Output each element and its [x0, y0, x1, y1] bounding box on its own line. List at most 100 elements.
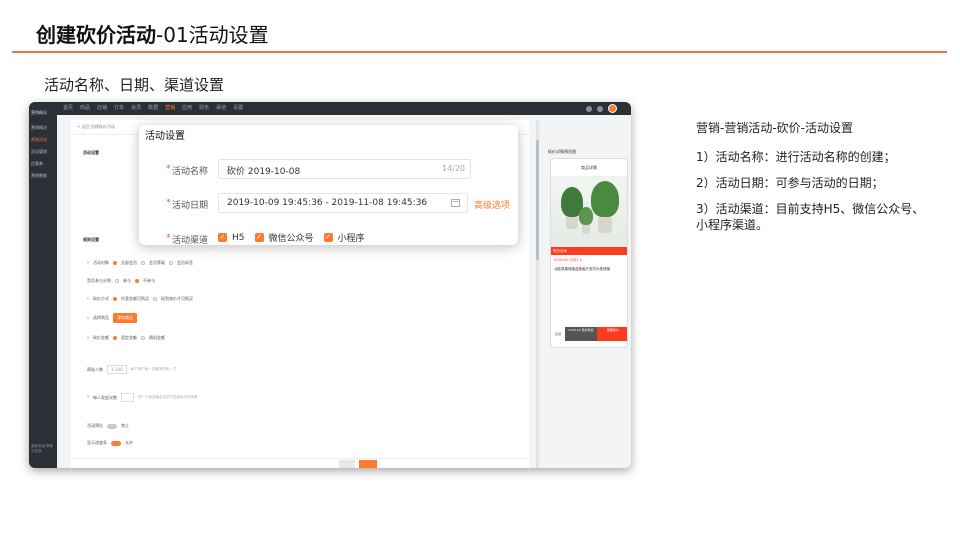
topnav-item[interactable]: 渠道 [216, 104, 226, 111]
notice-state: 禁止 [121, 423, 129, 428]
opt-member-tag: 会员标签 [177, 260, 193, 265]
popup-title: 活动设置 [145, 131, 185, 142]
topnav-item[interactable]: 会员 [131, 104, 141, 111]
notes-panel: 营销-营销活动-砍价-活动设置 1）活动名称：进行活动名称的创建； 2）活动日期… [696, 120, 926, 243]
rule-section-label: 规则设置 [83, 237, 99, 242]
topnav-item[interactable]: 订单 [114, 104, 124, 111]
sidebar-item[interactable]: 优惠券 [29, 158, 57, 170]
bargain-banner: 砍价活动 [551, 247, 627, 255]
channel-wechat[interactable]: ✓ 微信公众号 [254, 231, 314, 244]
radio-fixed[interactable] [113, 336, 117, 340]
row-times-label: 每人发起次数 [93, 394, 117, 400]
check-icon[interactable]: ✓ [254, 233, 264, 242]
save-button[interactable] [359, 460, 377, 468]
slide-title: 创建砍价活动-01活动设置 [36, 19, 269, 48]
row-notice: 活动预告 禁止 [87, 423, 129, 429]
opt-join: 参与 [123, 278, 131, 283]
basic-section-label: 活动设置 [83, 150, 99, 155]
row-show-progress: 显示进度条 允许 [87, 440, 133, 446]
channel-miniprogram-label: 小程序 [337, 234, 365, 244]
notice-toggle[interactable] [107, 423, 117, 429]
sidebar-item[interactable]: 活动管理 [29, 146, 57, 158]
row-helpers: 帮砍人数 3-100 每个用户每一次最多可砍一刀 [87, 365, 176, 374]
radio-member-level[interactable] [141, 261, 145, 265]
char-counter: 14/20 [441, 164, 465, 173]
bell-icon[interactable] [586, 105, 592, 112]
topnav-item[interactable]: 店铺 [97, 104, 107, 111]
opt-floor-price: 砍到底价才可购买 [161, 296, 193, 301]
activity-date-label: 活动日期 [172, 201, 209, 211]
sidebar-item[interactable]: 营销数据 [29, 170, 57, 182]
row-notice-label: 活动预告 [87, 423, 103, 428]
row-show-label: 显示进度条 [87, 440, 107, 445]
row-target: * 活动对象 全部会员 会员等级 会员标签 [87, 260, 193, 266]
row-goods-label: 选择商品 [93, 315, 109, 320]
preview-label: 砍价详情预览图 [548, 149, 576, 154]
radio-member-tag[interactable] [169, 261, 173, 265]
calendar-icon[interactable] [451, 199, 460, 207]
pot-image [582, 225, 590, 234]
buy-original-button[interactable]: ¥100.00 原价购买 [565, 327, 597, 341]
topnav-item[interactable]: 应用 [182, 104, 192, 111]
radio-no-join[interactable] [135, 279, 139, 283]
sidebar-item[interactable]: 营销概况 [29, 122, 57, 134]
channel-wechat-label: 微信公众号 [268, 234, 314, 244]
required-mark: * [166, 198, 171, 208]
product-desc: 北欧风格绿植盆栽客厅室内大型绿植 [554, 267, 610, 271]
help-icon[interactable] [597, 105, 603, 112]
note-item: 3）活动渠道：目前支持H5、微信公众号、小程序渠道。 [696, 202, 925, 232]
channel-miniprogram[interactable]: ✓ 小程序 [323, 231, 365, 244]
slide-title-bold: 创建砍价活动 [36, 23, 156, 47]
avatar[interactable] [608, 104, 617, 113]
row-bargain-label: 砍价方式 [93, 296, 109, 301]
phone-preview: 商品详情 砍价活动 ¥100.00 已砍1人 北欧风格绿植盆栽客厅室内大型绿植 … [550, 158, 628, 348]
helpers-input[interactable]: 3-100 [107, 365, 127, 374]
activity-name-input[interactable]: 砍价 2019-10-08 14/20 [218, 159, 471, 179]
topnav-item[interactable]: 首页 [63, 104, 73, 111]
add-goods-button[interactable]: 添加商品 [113, 313, 137, 323]
radio-any-price[interactable] [113, 297, 117, 301]
times-input[interactable] [121, 393, 135, 402]
activity-date-value: 2019-10-09 19:45:36 - 2019-11-08 19:45:3… [227, 198, 428, 208]
topnav-item[interactable]: 数据 [148, 104, 158, 111]
channel-h5-label: H5 [232, 232, 245, 243]
scrollbar-thumb[interactable] [536, 140, 539, 260]
activity-name-label: 活动名称 [172, 167, 209, 177]
radio-all-members[interactable] [113, 261, 117, 265]
top-navbar: 首页 商品 店铺 订单 会员 数据 营销 应用 财务 渠道 设置 [29, 102, 631, 115]
required-mark: * [166, 233, 171, 243]
topnav-item[interactable]: 财务 [199, 104, 209, 111]
radio-random[interactable] [141, 336, 145, 340]
breadcrumb[interactable]: < 返回 创建砍价活动 [77, 124, 115, 130]
scrollbar[interactable] [536, 120, 539, 468]
channel-h5[interactable]: ✓ H5 [218, 233, 245, 243]
topnav-item[interactable]: 商品 [80, 104, 90, 111]
advanced-options-link[interactable]: 高级选项 [474, 198, 510, 211]
pot-image [598, 217, 612, 233]
radio-floor-price[interactable] [153, 297, 157, 301]
cancel-button[interactable] [339, 460, 355, 468]
section-heading: 活动名称、日期、渠道设置 [44, 76, 225, 94]
channel-checkboxes: ✓ H5 ✓ 微信公众号 ✓ 小程序 [218, 231, 365, 244]
helpers-hint: 每个用户每一次最多可砍一刀 [130, 367, 177, 371]
plant-image [591, 181, 619, 217]
progress-toggle[interactable] [111, 440, 121, 446]
row-repeat-label: 是否参与分销 [87, 278, 111, 283]
sidebar-footer: 客服电话 帮助与反馈 [31, 444, 54, 453]
check-icon[interactable]: ✓ [323, 233, 333, 242]
product-price: ¥100.00 已砍1人 [554, 258, 583, 262]
sidebar: 营销概况 营销概况 营销活动 活动管理 优惠券 营销数据 客服电话 帮助与反馈 [29, 102, 57, 468]
topnav-item[interactable]: 营销 [165, 104, 175, 111]
radio-join[interactable] [115, 279, 119, 283]
row-bargain: * 砍价方式 任意金额可购买 砍到底价才可购买 [87, 296, 193, 302]
phone-title: 商品详情 [551, 159, 627, 177]
check-icon[interactable]: ✓ [218, 233, 227, 242]
topnav-item[interactable]: 设置 [233, 104, 243, 111]
phone-action-bar: 店铺 ¥100.00 原价购买 我要砍价 [551, 327, 627, 341]
start-bargain-button[interactable]: 我要砍价 [597, 327, 627, 341]
activity-date-input[interactable]: 2019-10-09 19:45:36 - 2019-11-08 19:45:3… [218, 193, 468, 213]
activity-channel-row: * 活动渠道 ✓ H5 ✓ 微信公众号 ✓ 小程序 [139, 228, 518, 250]
row-helpers-label: 帮砍人数 [87, 366, 103, 372]
sidebar-item[interactable]: 营销活动 [29, 134, 57, 146]
shop-button[interactable]: 店铺 [551, 327, 565, 341]
